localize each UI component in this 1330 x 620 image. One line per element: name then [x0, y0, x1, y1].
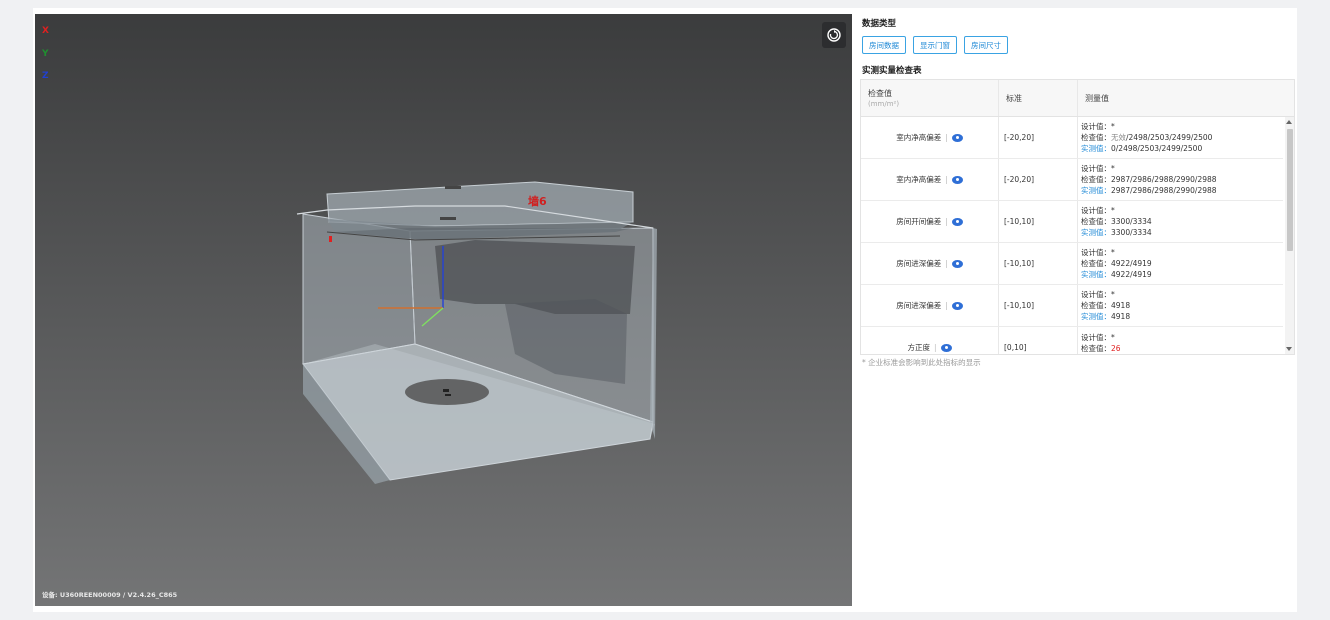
show-doors-windows-button[interactable]: 显示门窗 — [913, 36, 957, 54]
eye-icon[interactable] — [940, 343, 952, 352]
actual-value: 3300/3334 — [1111, 228, 1152, 237]
check-value: 2987/2986/2988/2990/2988 — [1111, 175, 1217, 184]
header-standard: 标准 — [999, 80, 1078, 116]
table-title: 实测实量检查表 — [862, 66, 922, 76]
eye-icon[interactable] — [951, 133, 963, 142]
eye-icon[interactable] — [951, 217, 963, 226]
design-value: * — [1111, 333, 1115, 342]
row-standard: [0,10] — [999, 327, 1078, 354]
room-data-button[interactable]: 房间数据 — [862, 36, 906, 54]
check-value: 4918 — [1111, 301, 1131, 310]
table-body[interactable]: 室内净高偏差 | [-20,20] 设计值：* 检查值：无效/2498/2503… — [861, 117, 1283, 354]
inspection-table: 检查值 (mm/m²) 标准 测量值 室内净高偏差 | [-20,20] 设计值… — [860, 79, 1295, 355]
header-check-unit: (mm/m²) — [868, 100, 900, 108]
row-standard: [-20,20] — [999, 117, 1078, 158]
data-type-title: 数据类型 — [862, 19, 897, 29]
rotate-reset-icon — [827, 28, 841, 42]
check-value: /2498/2503/2499/2500 — [1126, 133, 1213, 142]
check-value: 26 — [1111, 344, 1121, 353]
wall-label: 墙6 — [528, 194, 547, 208]
data-panel: 数据类型 房间数据 显示门窗 房间尺寸 实测实量检查表 检查值 (mm/m²) … — [860, 14, 1295, 606]
data-type-buttons: 房间数据 显示门窗 房间尺寸 — [862, 36, 1008, 54]
table-row: 室内净高偏差 | [-20,20] 设计值：* 检查值：无效/2498/2503… — [861, 117, 1283, 159]
design-value: * — [1111, 290, 1115, 299]
eye-icon[interactable] — [951, 259, 963, 268]
row-name: 室内净高偏差 — [896, 133, 942, 142]
row-standard: [-10,10] — [999, 201, 1078, 242]
row-name: 室内净高偏差 — [896, 175, 942, 184]
device-info: 设备: U360REEN00009 / V2.4.26_C865 — [42, 591, 178, 599]
table-row: 室内净高偏差 | [-20,20] 设计值：* 检查值：2987/2986/29… — [861, 159, 1283, 201]
reset-view-button[interactable] — [822, 22, 846, 48]
table-row: 方正度 | [0,10] 设计值：* 检查值：26 实测值：26 — [861, 327, 1283, 354]
design-value: * — [1111, 206, 1115, 215]
table-row: 房间开间偏差 | [-10,10] 设计值：* 检查值：3300/3334 实测… — [861, 201, 1283, 243]
scroll-up-icon[interactable] — [1286, 120, 1292, 124]
header-check: 检查值 (mm/m²) — [861, 80, 999, 116]
actual-value: 4918 — [1111, 312, 1131, 321]
actual-value: 2987/2986/2988/2990/2988 — [1111, 186, 1217, 195]
design-value: * — [1111, 248, 1115, 257]
row-name: 房间进深偏差 — [896, 259, 942, 268]
check-value: 3300/3334 — [1111, 217, 1152, 226]
room-model[interactable]: 墙6 — [35, 14, 852, 606]
actual-value: 4922/4919 — [1111, 270, 1152, 279]
table-scrollbar[interactable] — [1285, 117, 1294, 354]
table-row: 房间进深偏差 | [-10,10] 设计值：* 检查值：4922/4919 实测… — [861, 243, 1283, 285]
scroll-thumb[interactable] — [1287, 129, 1293, 251]
row-name: 方正度 — [907, 343, 930, 352]
axis-x-label: X — [42, 26, 49, 36]
scroll-down-icon[interactable] — [1286, 347, 1292, 351]
row-standard: [-10,10] — [999, 285, 1078, 326]
eye-icon[interactable] — [951, 301, 963, 310]
check-value: 4922/4919 — [1111, 259, 1152, 268]
row-standard: [-20,20] — [999, 159, 1078, 200]
row-name: 房间开间偏差 — [896, 217, 942, 226]
axis-z-label: Z — [42, 71, 49, 81]
table-header: 检查值 (mm/m²) 标准 测量值 — [861, 80, 1294, 117]
table-row: 房间进深偏差 | [-10,10] 设计值：* 检查值：4918 实测值：491… — [861, 285, 1283, 327]
header-measured: 测量值 — [1085, 93, 1109, 103]
design-value: * — [1111, 122, 1115, 131]
design-value: * — [1111, 164, 1115, 173]
check-invalid: 无效 — [1111, 133, 1126, 142]
row-name: 房间进深偏差 — [896, 301, 942, 310]
row-standard: [-10,10] — [999, 243, 1078, 284]
footnote: * 企业标准会影响到此处指标的显示 — [862, 358, 981, 367]
actual-value: 0/2498/2503/2499/2500 — [1111, 144, 1203, 153]
axis-y-label: Y — [42, 49, 49, 59]
room-size-button[interactable]: 房间尺寸 — [964, 36, 1008, 54]
3d-viewer[interactable]: 墙6 X Y Z 设备: U360REEN00009 / V2.4.26_C86… — [35, 14, 852, 606]
eye-icon[interactable] — [951, 175, 963, 184]
